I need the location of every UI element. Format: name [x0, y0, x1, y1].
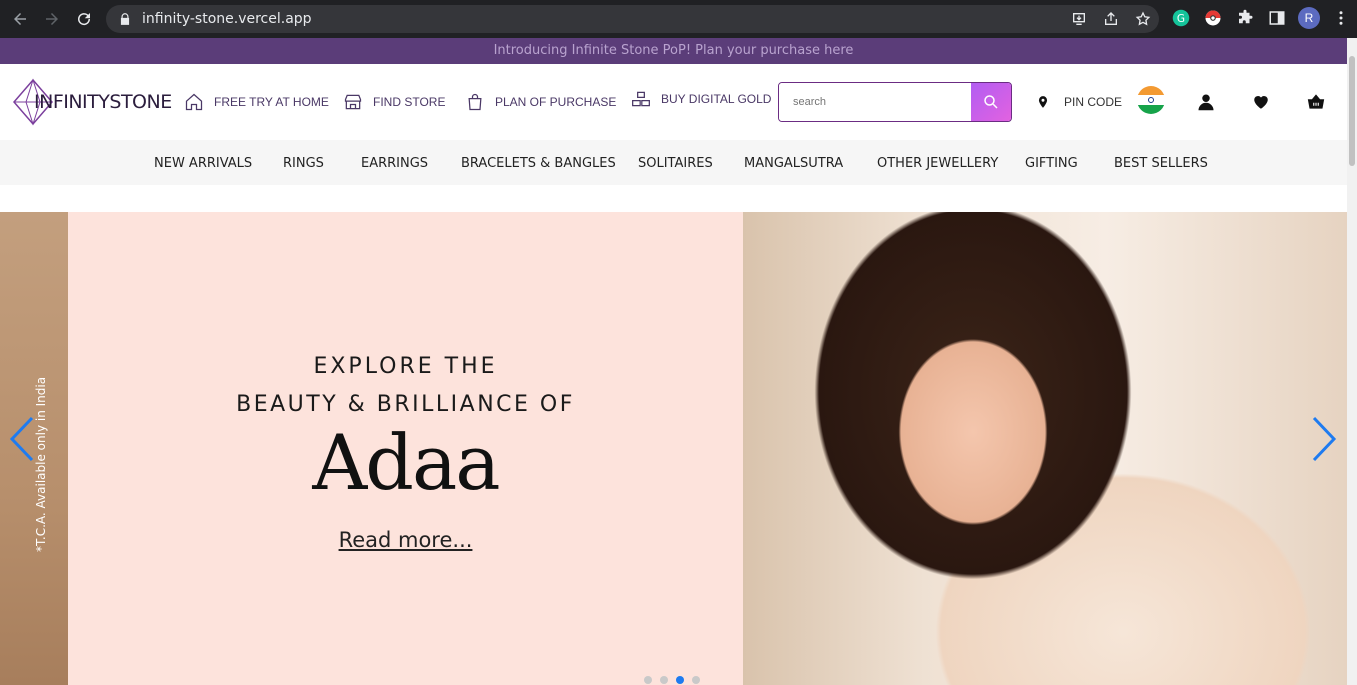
- back-arrow-icon[interactable]: [4, 3, 36, 35]
- home-icon: [185, 93, 203, 111]
- search-icon: [984, 95, 998, 109]
- address-bar[interactable]: infinity-stone.vercel.app: [106, 5, 1159, 33]
- user-account-icon[interactable]: [1197, 93, 1215, 111]
- carousel-prev-arrow-icon[interactable]: [8, 416, 36, 462]
- nav-rings[interactable]: RINGS: [283, 156, 324, 171]
- carousel-dot[interactable]: [644, 676, 652, 684]
- carousel-dot[interactable]: [660, 676, 668, 684]
- url-text: infinity-stone.vercel.app: [142, 11, 312, 27]
- carousel-next-arrow-icon[interactable]: [1310, 416, 1338, 462]
- browser-toolbar: infinity-stone.vercel.app G R: [0, 0, 1357, 38]
- forward-arrow-icon[interactable]: [36, 3, 68, 35]
- hero-model-image: [743, 212, 1347, 685]
- plan-of-purchase-link[interactable]: PLAN OF PURCHASE: [465, 92, 616, 112]
- hero-heading-line1: EXPLORE THE: [313, 354, 498, 379]
- browser-menu-icon[interactable]: [1330, 7, 1352, 29]
- free-try-label: FREE TRY AT HOME: [214, 95, 329, 109]
- wishlist-heart-icon[interactable]: [1252, 93, 1270, 111]
- plan-of-purchase-label: PLAN OF PURCHASE: [495, 95, 617, 109]
- grammarly-icon[interactable]: G: [1170, 7, 1192, 29]
- extensions-puzzle-icon[interactable]: [1234, 7, 1256, 29]
- store-icon: [344, 94, 362, 110]
- announcement-bar[interactable]: Introducing Infinite Stone PoP! Plan you…: [0, 38, 1347, 64]
- buy-digital-gold-label: BUY DIGITAL GOLD: [661, 92, 772, 106]
- side-panel-icon[interactable]: [1266, 7, 1288, 29]
- carousel-dot[interactable]: [692, 676, 700, 684]
- logo-text: INFINITYSTONE: [34, 91, 172, 113]
- page-scrollbar[interactable]: [1347, 38, 1357, 685]
- install-icon[interactable]: [1069, 9, 1089, 29]
- nav-bracelets-bangles[interactable]: BRACELETS & BANGLES: [461, 156, 616, 171]
- pin-code-selector[interactable]: PIN CODE: [1036, 93, 1122, 111]
- bag-icon: [468, 93, 482, 111]
- scrollbar-thumb[interactable]: [1349, 56, 1355, 166]
- site-header: INFINITYSTONE FREE TRY AT HOME FIND STOR…: [0, 64, 1347, 140]
- buy-digital-gold-link[interactable]: BUY DIGITAL GOLD: [631, 89, 771, 109]
- hero-carousel: *T.C.A. Available only in India EXPLORE …: [0, 212, 1347, 685]
- nav-earrings[interactable]: EARRINGS: [361, 156, 428, 171]
- nav-mangalsutra[interactable]: MANGALSUTRA: [744, 156, 843, 171]
- india-flag-icon[interactable]: [1137, 86, 1165, 114]
- nav-new-arrivals[interactable]: NEW ARRIVALS: [154, 156, 252, 171]
- bookmark-star-icon[interactable]: [1133, 9, 1153, 29]
- location-pin-icon: [1038, 96, 1048, 108]
- hero-heading-line2: BEAUTY & BRILLIANCE OF: [236, 392, 575, 417]
- svg-text:G: G: [1177, 13, 1185, 25]
- find-store-link[interactable]: FIND STORE: [343, 92, 445, 112]
- nav-best-sellers[interactable]: BEST SELLERS: [1114, 156, 1208, 171]
- pokeball-extension-icon[interactable]: [1202, 7, 1224, 29]
- shopping-basket-icon[interactable]: [1307, 93, 1325, 111]
- nav-other-jewellery[interactable]: OTHER JEWELLERY: [877, 156, 998, 171]
- profile-avatar[interactable]: R: [1298, 7, 1320, 29]
- carousel-dot-active[interactable]: [676, 676, 684, 684]
- nav-gifting[interactable]: GIFTING: [1025, 156, 1078, 171]
- search-box: [778, 82, 1012, 122]
- search-input[interactable]: [779, 83, 971, 121]
- find-store-label: FIND STORE: [373, 95, 446, 109]
- pin-code-label: PIN CODE: [1064, 95, 1123, 109]
- free-try-at-home-link[interactable]: FREE TRY AT HOME: [184, 92, 329, 112]
- lock-icon: [120, 13, 130, 25]
- terms-note: *T.C.A. Available only in India: [34, 376, 48, 552]
- carousel-pagination: [644, 676, 700, 684]
- gold-bars-icon: [632, 91, 650, 107]
- hero-brand-title: Adaa: [312, 418, 500, 507]
- nav-solitaires[interactable]: SOLITAIRES: [638, 156, 713, 171]
- search-button[interactable]: [971, 83, 1011, 121]
- reload-icon[interactable]: [68, 3, 100, 35]
- read-more-link[interactable]: Read more...: [68, 528, 743, 552]
- site-logo[interactable]: INFINITYSTONE: [12, 78, 172, 126]
- category-nav: NEW ARRIVALS RINGS EARRINGS BRACELETS & …: [0, 140, 1347, 185]
- share-icon[interactable]: [1101, 9, 1121, 29]
